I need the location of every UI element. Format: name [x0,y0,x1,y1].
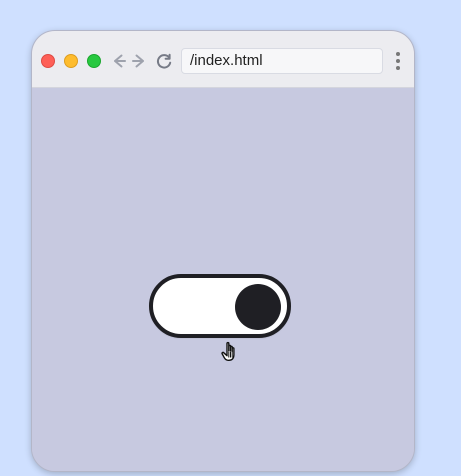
toggle-knob[interactable] [235,284,281,330]
toggle-switch[interactable] [149,274,291,338]
pointer-hand-icon [220,340,242,364]
page-content [32,88,414,471]
minimize-window-icon[interactable] [64,54,78,68]
close-window-icon[interactable] [41,54,55,68]
forward-arrow-icon[interactable] [129,50,151,72]
browser-toolbar: /index.html [32,31,414,88]
back-arrow-icon[interactable] [107,50,129,72]
browser-window: /index.html [31,30,415,472]
address-bar[interactable]: /index.html [181,48,383,74]
menu-dots-icon[interactable] [393,52,403,72]
maximize-window-icon[interactable] [87,54,101,68]
reload-icon[interactable] [153,50,175,72]
